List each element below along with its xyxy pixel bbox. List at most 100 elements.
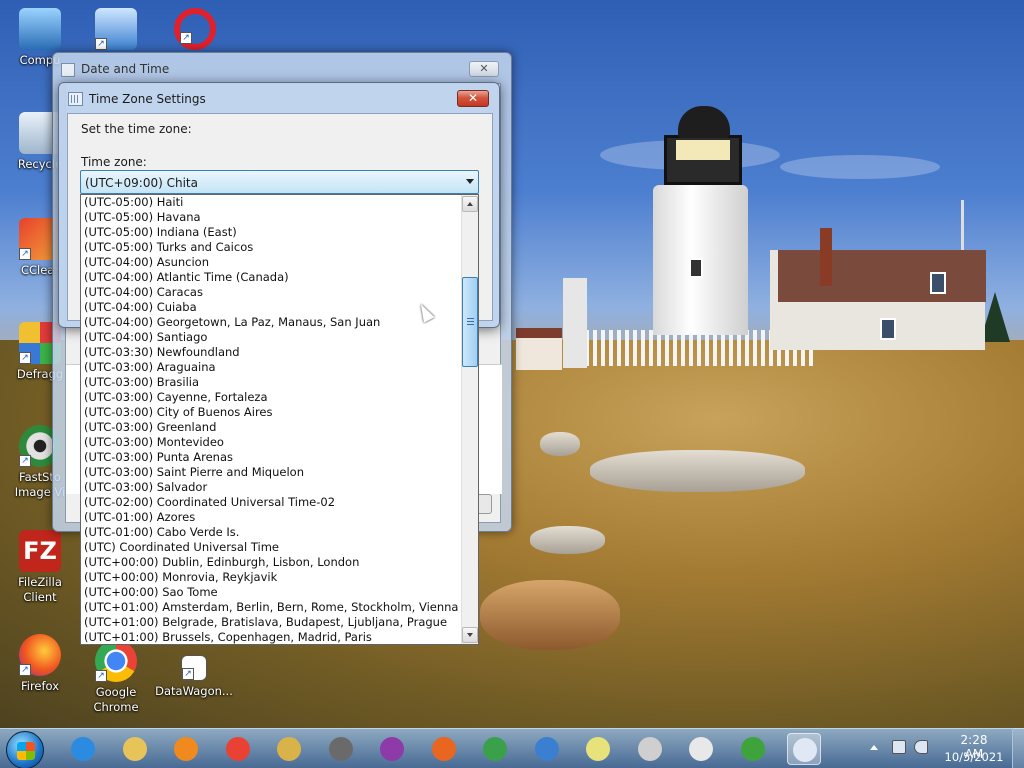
time-zone-option[interactable]: (UTC-03:00) Punta Arenas (84, 450, 233, 465)
list-scrollbar[interactable] (461, 195, 478, 644)
tray-expand-icon[interactable] (870, 745, 878, 750)
time-zone-option[interactable]: (UTC-03:30) Newfoundland (84, 345, 240, 360)
time-zone-selected-value: (UTC+09:00) Chita (85, 176, 198, 190)
clock-date[interactable]: 10/5/2021 (942, 750, 1006, 764)
dialog-title: Time Zone Settings (89, 92, 206, 106)
scroll-up-arrow-icon[interactable] (462, 196, 478, 212)
set-time-zone-heading: Set the time zone: (81, 122, 192, 136)
time-zone-option[interactable]: (UTC-04:00) Atlantic Time (Canada) (84, 270, 289, 285)
ccleaner-icon (329, 737, 353, 761)
time-zone-option[interactable]: (UTC+01:00) Belgrade, Bratislava, Budape… (84, 615, 447, 630)
desktop-icon-opera[interactable]: ↗ (160, 8, 230, 53)
time-zone-option[interactable]: (UTC-03:00) Brasilia (84, 375, 199, 390)
desktop-icon-firefox[interactable]: ↗ Firefox (0, 634, 80, 694)
time-zone-option[interactable]: (UTC-03:00) Cayenne, Fortaleza (84, 390, 268, 405)
taskbar-app[interactable] (169, 733, 203, 765)
time-zone-option[interactable]: (UTC-01:00) Cabo Verde Is. (84, 525, 239, 540)
time-zone-option[interactable]: (UTC+00:00) Sao Tome (84, 585, 218, 600)
time-zone-option[interactable]: (UTC-02:00) Coordinated Universal Time-0… (84, 495, 335, 510)
shield-app-icon (483, 737, 507, 761)
taskbar-app[interactable] (118, 733, 152, 765)
file-explorer-icon (123, 737, 147, 761)
volume-icon[interactable] (914, 740, 928, 754)
time-zone-option[interactable]: (UTC-03:00) Saint Pierre and Miquelon (84, 465, 304, 480)
time-zone-option[interactable]: (UTC-04:00) Georgetown, La Paz, Manaus, … (84, 315, 380, 330)
time-zone-option[interactable]: (UTC-05:00) Haiti (84, 195, 183, 210)
time-zone-option[interactable]: (UTC-05:00) Indiana (East) (84, 225, 237, 240)
desktop-icon-filezilla[interactable]: FZ FileZilla Client (0, 530, 80, 605)
taskbar-app[interactable] (427, 733, 461, 765)
taskbar-app[interactable] (581, 733, 615, 765)
time-zone-option[interactable]: (UTC-03:00) Araguaina (84, 360, 216, 375)
time-zone-option[interactable]: (UTC-05:00) Turks and Caicos (84, 240, 253, 255)
chrome-icon (226, 737, 250, 761)
desktop-icon-chrome[interactable]: ↗ Google Chrome (76, 640, 156, 715)
firefox-icon (432, 737, 456, 761)
time-zone-dropdown[interactable]: (UTC+09:00) Chita (80, 170, 479, 194)
date-time-icon (793, 738, 817, 762)
scrollbar-thumb[interactable] (462, 277, 478, 367)
date-time-close-button[interactable]: ✕ (469, 61, 499, 77)
media-player-icon (174, 737, 198, 761)
desktop-icon-shortcut-window[interactable]: ↗ (88, 8, 144, 53)
date-time-window-icon (61, 63, 75, 77)
chevron-down-icon[interactable] (466, 179, 474, 184)
time-zone-option[interactable]: (UTC+01:00) Amsterdam, Berlin, Bern, Rom… (84, 600, 458, 615)
time-zone-label: Time zone: (81, 155, 147, 169)
desktop-icon-datawagon[interactable]: ↗ DataWagon... (154, 655, 234, 699)
taskbar-app[interactable] (633, 733, 667, 765)
time-zone-options-list[interactable]: (UTC-05:00) Haiti (UTC-05:00) Havana (UTC-… (80, 194, 479, 645)
desktop-icon-label-line2: Chrome (93, 700, 139, 714)
sphere-icon (689, 737, 713, 761)
settings-tool-icon (277, 737, 301, 761)
taskbar-app[interactable] (478, 733, 512, 765)
date-time-window-title: Date and Time (81, 62, 170, 76)
winrar-icon (380, 737, 404, 761)
time-zone-option[interactable]: (UTC-05:00) Havana (84, 210, 201, 225)
taskbar-app[interactable] (221, 733, 255, 765)
scroll-down-arrow-icon[interactable] (462, 627, 478, 643)
show-desktop-button[interactable] (1012, 728, 1024, 768)
desktop-icon-label: DataWagon... (155, 684, 233, 698)
network-icon[interactable] (892, 740, 906, 754)
taskbar-app[interactable] (375, 733, 409, 765)
taskbar-app[interactable] (272, 733, 306, 765)
time-zone-option[interactable]: (UTC-03:00) City of Buenos Aires (84, 405, 272, 420)
desktop-icon-label: FileZilla Client (18, 575, 62, 604)
taskbar-app[interactable] (684, 733, 718, 765)
time-zone-option[interactable]: (UTC) Coordinated Universal Time (84, 540, 279, 555)
time-zone-option[interactable]: (UTC-03:00) Salvador (84, 480, 207, 495)
datawagon-icon: ↗ (181, 655, 207, 681)
filezilla-icon: FZ (19, 530, 61, 572)
windows-logo-icon (17, 742, 35, 760)
time-zone-option[interactable]: (UTC+00:00) Monrovia, Reykjavik (84, 570, 277, 585)
desktop-icon-label: Google (95, 685, 137, 699)
time-zone-option[interactable]: (UTC+00:00) Dublin, Edinburgh, Lisbon, L… (84, 555, 359, 570)
sticky-notes-icon (586, 737, 610, 761)
scroll-grip-icon (467, 318, 474, 325)
time-zone-option[interactable]: (UTC-04:00) Santiago (84, 330, 207, 345)
chrome-icon: ↗ (95, 640, 137, 682)
time-zone-option[interactable]: (UTC-04:00) Asuncion (84, 255, 209, 270)
time-zone-option[interactable]: (UTC-03:00) Greenland (84, 420, 216, 435)
qbittorrent-icon (535, 737, 559, 761)
time-zone-option[interactable]: (UTC-01:00) Azores (84, 510, 195, 525)
desktop-icon-label: Firefox (20, 679, 60, 693)
time-zone-option[interactable]: (UTC-04:00) Cuiaba (84, 300, 197, 315)
opera-icon: ↗ (174, 8, 216, 50)
time-zone-option[interactable]: (UTC-03:00) Montevideo (84, 435, 224, 450)
start-button[interactable] (6, 731, 44, 768)
dialog-titlebar[interactable]: Time Zone Settings ✕ (59, 83, 499, 113)
disc-icon (638, 737, 662, 761)
taskbar-app[interactable] (324, 733, 358, 765)
taskbar-app[interactable] (530, 733, 564, 765)
time-zone-dialog-icon (68, 92, 83, 106)
taskbar-app[interactable] (66, 733, 100, 765)
time-zone-option[interactable]: (UTC-04:00) Caracas (84, 285, 203, 300)
taskbar-app[interactable] (736, 733, 770, 765)
dialog-close-button[interactable]: ✕ (457, 90, 489, 107)
taskbar-app[interactable] (787, 733, 821, 765)
windows-update-icon (741, 737, 765, 761)
window-shortcut-icon: ↗ (95, 8, 137, 50)
time-zone-option[interactable]: (UTC+01:00) Brussels, Copenhagen, Madrid… (84, 630, 372, 644)
